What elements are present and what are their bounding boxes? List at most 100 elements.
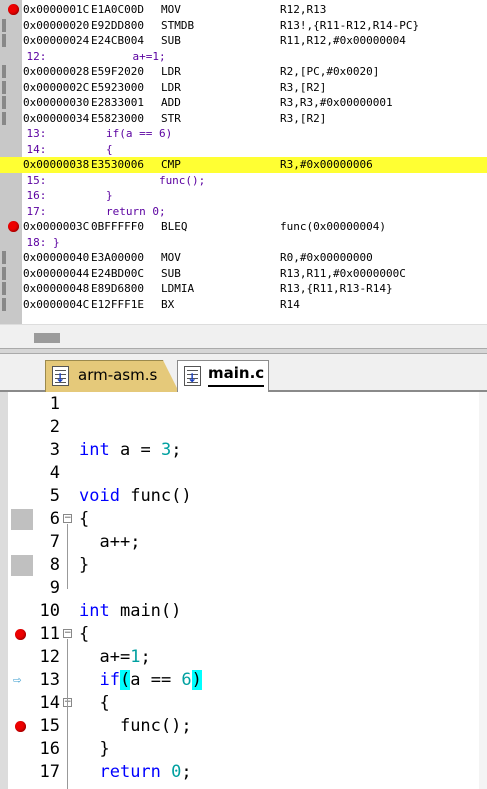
breakpoint-icon[interactable]	[2, 219, 22, 235]
coverage-marker[interactable]	[2, 33, 22, 49]
code-text: }	[79, 554, 90, 575]
tab-main-c[interactable]: main.c	[177, 360, 269, 393]
instruction-address: 0x00000048	[23, 282, 90, 295]
code-line[interactable]: 6−{	[0, 508, 487, 531]
code-line[interactable]: 11−{	[0, 623, 487, 646]
disassembly-instruction-row[interactable]: 0x00000034 E5823000 STR R3,[R2]	[0, 111, 487, 127]
code-line[interactable]: 9	[0, 577, 487, 600]
line-number: 7	[49, 531, 60, 552]
code-line[interactable]: 14− {	[0, 692, 487, 715]
disassembly-instruction-row[interactable]: 0x00000040 E3A00000 MOV R0,#0x00000000	[0, 250, 487, 266]
line-number: 10	[39, 600, 60, 621]
disassembly-instruction-row[interactable]: 0x00000020 E92DD800 STMDB R13!,{R11-R12,R14…	[0, 18, 487, 34]
disassembly-instruction-row[interactable]: 0x00000030 E2833001 ADD R3,R3,#0x00000001	[0, 95, 487, 111]
coverage-marker[interactable]	[2, 281, 22, 297]
source-text: 13: if(a == 6)	[0, 127, 173, 140]
coverage-marker[interactable]	[2, 157, 22, 173]
code-text: if(a == 6)	[99, 669, 202, 690]
instruction-opcode: E3A00000	[91, 251, 144, 264]
disassembly-instruction-row[interactable]: 0x00000044 E24BD00C SUB R13,R11,#0x0000000C	[0, 266, 487, 282]
disassembly-source-line[interactable]: 14: {	[0, 142, 487, 158]
disassembly-instruction-row[interactable]: 0x00000028 E59F2020 LDR R2,[PC,#0x0020]	[0, 64, 487, 80]
instruction-address: 0x00000030	[23, 96, 90, 109]
tab-arm-asm[interactable]: arm-asm.s	[45, 360, 179, 392]
code-line[interactable]: 10 int main()	[0, 600, 487, 623]
coverage-marker[interactable]	[2, 297, 22, 313]
instruction-address: 0x0000001C	[23, 3, 90, 16]
code-text: a+=1;	[99, 646, 151, 667]
code-line[interactable]: 15 func();	[0, 715, 487, 738]
disassembly-source-line[interactable]: 18: }	[0, 235, 487, 251]
coverage-marker[interactable]	[2, 111, 22, 127]
instruction-opcode: E12FFF1E	[91, 297, 144, 311]
disassembly-instruction-row[interactable]: 0x0000001C E1A0C00D MOV R12,R13	[0, 2, 487, 18]
instruction-opcode: E5923000	[91, 80, 144, 94]
coverage-marker[interactable]	[2, 80, 22, 96]
instruction-address: 0x00000024	[23, 34, 90, 47]
code-line[interactable]: 8}	[0, 554, 487, 577]
code-line[interactable]: 17 return 0;	[0, 761, 487, 784]
code-line[interactable]: 1	[0, 393, 487, 416]
instruction-address: 0x0000004C	[23, 297, 90, 311]
instruction-opcode: E3530006	[91, 158, 144, 171]
coverage-marker[interactable]	[2, 250, 22, 266]
instruction-operands: R0,#0x00000000	[280, 251, 373, 264]
line-number: 1	[49, 393, 60, 414]
editor-tab-bar: arm-asm.s main.c	[0, 354, 487, 393]
code-line[interactable]: 7 a++;	[0, 531, 487, 554]
instruction-operands: func(0x00000004)	[280, 220, 386, 233]
tab-label: arm-asm.s	[78, 366, 158, 384]
line-number: 12	[39, 646, 60, 667]
instruction-mnemonic: LDMIA	[161, 282, 195, 295]
line-number: 13	[39, 669, 60, 690]
instruction-address: 0x00000038	[23, 158, 90, 171]
coverage-marker[interactable]	[2, 18, 22, 34]
instruction-mnemonic: BLEQ	[161, 220, 188, 233]
fold-toggle-icon[interactable]: −	[63, 513, 72, 523]
line-number: 15	[39, 715, 60, 736]
code-line[interactable]: ⇨ 13 if(a == 6)	[0, 669, 487, 692]
code-text: {	[79, 623, 90, 644]
disassembly-source-line[interactable]: 16: }	[0, 188, 487, 204]
line-number: 8	[49, 554, 60, 575]
coverage-marker[interactable]	[2, 266, 22, 282]
fold-toggle-icon[interactable]: −	[63, 628, 72, 638]
disassembly-source-line[interactable]: 13: if(a == 6)	[0, 126, 487, 142]
code-line[interactable]: 3 int a = 3;	[0, 439, 487, 462]
disassembly-window[interactable]: 0x0000001C E1A0C00D MOV R12,R13 0x00000020 E9…	[0, 0, 487, 348]
instruction-address: 0x00000044	[23, 266, 90, 280]
line-number: 14	[39, 692, 60, 713]
instruction-operands: R11,R12,#0x00000004	[280, 34, 406, 47]
instruction-mnemonic: LDR	[161, 65, 181, 78]
disassembly-instruction-row[interactable]: 0x0000003C 0BFFFFF0 BLEQ func(0x00000004)	[0, 219, 487, 235]
disassembly-instruction-row[interactable]: 0x0000004C E12FFF1E BX R14	[0, 297, 487, 313]
disassembly-instruction-row[interactable]: 0x00000038 E3530006 CMP R3,#0x00000006	[0, 157, 487, 173]
disassembly-instruction-row[interactable]: 0x00000048 E89D6800 LDMIA R13,{R11,R13-R14}	[0, 281, 487, 297]
code-editor[interactable]: 1 2 3 int a = 3; 4 5 void func() 6−{7 a++; 8} 9 10…	[0, 392, 487, 789]
disassembly-source-line[interactable]: 17: return 0;	[0, 204, 487, 220]
instruction-address: 0x0000002C	[23, 80, 90, 94]
source-file-icon	[184, 364, 201, 392]
breakpoint-icon[interactable]	[2, 2, 22, 18]
line-number: 4	[49, 462, 60, 483]
disassembly-source-line[interactable]: 12: a+=1;	[0, 49, 487, 65]
disassembly-instruction-row[interactable]: 0x0000002C E5923000 LDR R3,[R2]	[0, 80, 487, 96]
horizontal-scrollbar[interactable]	[0, 324, 487, 348]
coverage-marker[interactable]	[2, 64, 22, 80]
instruction-address: 0x00000028	[23, 65, 90, 78]
disassembly-source-line[interactable]: 15: func();	[0, 173, 487, 189]
instruction-operands: R13!,{R11-R12,R14-PC}	[280, 18, 420, 32]
code-text: void func()	[79, 485, 192, 506]
scrollbar-thumb[interactable]	[34, 333, 60, 343]
code-line[interactable]: 4	[0, 462, 487, 485]
code-line[interactable]: 16 }	[0, 738, 487, 761]
code-text: return 0;	[99, 761, 192, 782]
instruction-opcode: E59F2020	[91, 65, 144, 78]
code-line[interactable]: 2	[0, 416, 487, 439]
code-line[interactable]: 5 void func()	[0, 485, 487, 508]
code-line[interactable]: 12 a+=1;	[0, 646, 487, 669]
instruction-opcode: E1A0C00D	[91, 3, 144, 16]
source-text: 17: return 0;	[0, 204, 166, 218]
coverage-marker[interactable]	[2, 95, 22, 111]
disassembly-instruction-row[interactable]: 0x00000024 E24CB004 SUB R11,R12,#0x00000004	[0, 33, 487, 49]
